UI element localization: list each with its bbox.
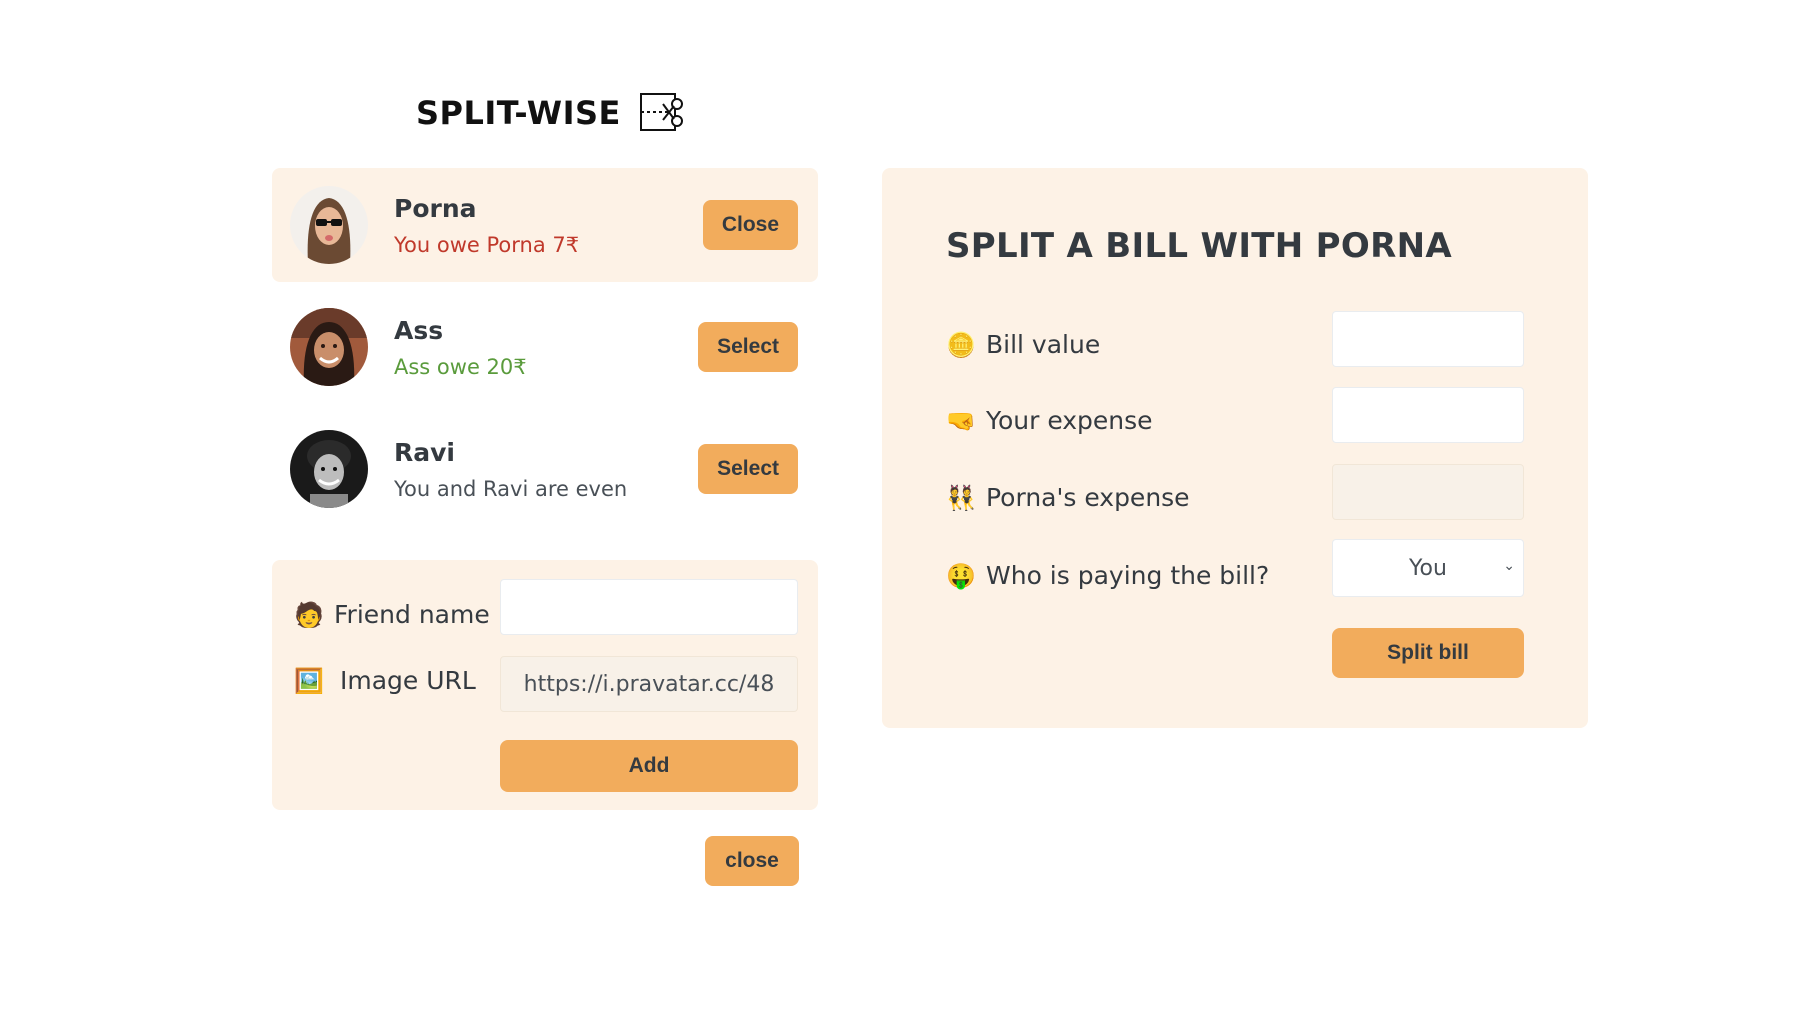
coin-icon: 🪙 <box>946 330 976 359</box>
avatar-ass-image <box>290 308 368 386</box>
image-url-input[interactable] <box>500 656 798 712</box>
payer-selected-value: You <box>1409 555 1447 581</box>
friends-list: Porna You owe Porna 7₹ Close Ass Ass owe… <box>272 168 818 534</box>
friend-expense-input <box>1332 464 1524 520</box>
fist-icon: 🤜 <box>946 406 976 435</box>
payer-row: 🤑 Who is paying the bill? <box>946 561 1269 590</box>
friend-balance-status: You and Ravi are even <box>394 476 628 501</box>
bill-value-label: Bill value <box>986 330 1101 359</box>
friend-name-row: 🧑 Friend name <box>294 600 490 629</box>
friend-info: Ravi You and Ravi are even <box>394 438 698 501</box>
friend-expense-row: 👯 Porna's expense <box>946 483 1190 512</box>
avatar-porna-image <box>290 186 368 264</box>
your-expense-row: 🤜 Your expense <box>946 406 1153 435</box>
bill-value-input[interactable] <box>1332 311 1524 367</box>
split-bill-form: SPLIT A BILL WITH PORNA 🪙 Bill value 🤜 Y… <box>882 168 1588 728</box>
money-face-icon: 🤑 <box>946 561 976 590</box>
friend-name-label: 🧑 Friend name <box>294 600 490 629</box>
your-expense-input[interactable] <box>1332 387 1524 443</box>
avatar <box>290 430 368 508</box>
add-friend-button[interactable]: Add <box>500 740 798 792</box>
friend-name-input[interactable] <box>500 579 798 635</box>
friend-item-ravi: Ravi You and Ravi are even Select <box>272 412 818 526</box>
friend-name: Ass <box>394 315 444 345</box>
friend-item-porna: Porna You owe Porna 7₹ Close <box>272 168 818 282</box>
person-icon: 🧑 <box>294 600 324 629</box>
close-friend-button[interactable]: Close <box>702 200 798 250</box>
split-bill-title: SPLIT A BILL WITH PORNA <box>946 226 1452 266</box>
image-url-row: 🖼️ Image URL <box>294 666 476 695</box>
app-page: SPLIT-WISE Porna You owe Porna 7₹ Close … <box>0 0 1820 1018</box>
image-url-label: 🖼️ Image URL <box>294 666 476 695</box>
add-friend-form: 🧑 Friend name 🖼️ Image URL Add <box>272 560 818 810</box>
friends-icon: 👯 <box>946 483 976 512</box>
friend-balance-status: You owe Porna 7₹ <box>394 232 580 257</box>
close-form-button[interactable]: close <box>705 836 799 886</box>
payer-select[interactable]: You ⌄ <box>1332 539 1524 597</box>
picture-icon: 🖼️ <box>294 666 324 695</box>
friend-expense-label: Porna's expense <box>986 483 1190 512</box>
app-title: SPLIT-WISE <box>416 94 621 132</box>
avatar <box>290 186 368 264</box>
image-url-label-text: Image URL <box>340 666 476 695</box>
friend-info: Porna You owe Porna 7₹ <box>394 194 703 257</box>
chevron-down-icon: ⌄ <box>1503 558 1515 574</box>
scissors-split-icon <box>639 93 683 131</box>
friend-name-label-text: Friend name <box>334 600 490 629</box>
select-friend-button[interactable]: Select <box>698 444 798 494</box>
payer-label: Who is paying the bill? <box>986 561 1270 590</box>
friend-name: Porna <box>394 193 477 223</box>
friend-name: Ravi <box>394 437 455 467</box>
friend-item-ass: Ass Ass owe 20₹ Select <box>272 290 818 404</box>
split-bill-button[interactable]: Split bill <box>1332 628 1524 678</box>
select-friend-button[interactable]: Select <box>698 322 798 372</box>
avatar <box>290 308 368 386</box>
your-expense-label: Your expense <box>986 406 1153 435</box>
friend-info: Ass Ass owe 20₹ <box>394 316 698 379</box>
avatar-ravi-image <box>290 430 368 508</box>
bill-value-row: 🪙 Bill value <box>946 330 1100 359</box>
app-header: SPLIT-WISE <box>416 92 685 134</box>
friend-balance-status: Ass owe 20₹ <box>394 354 527 379</box>
